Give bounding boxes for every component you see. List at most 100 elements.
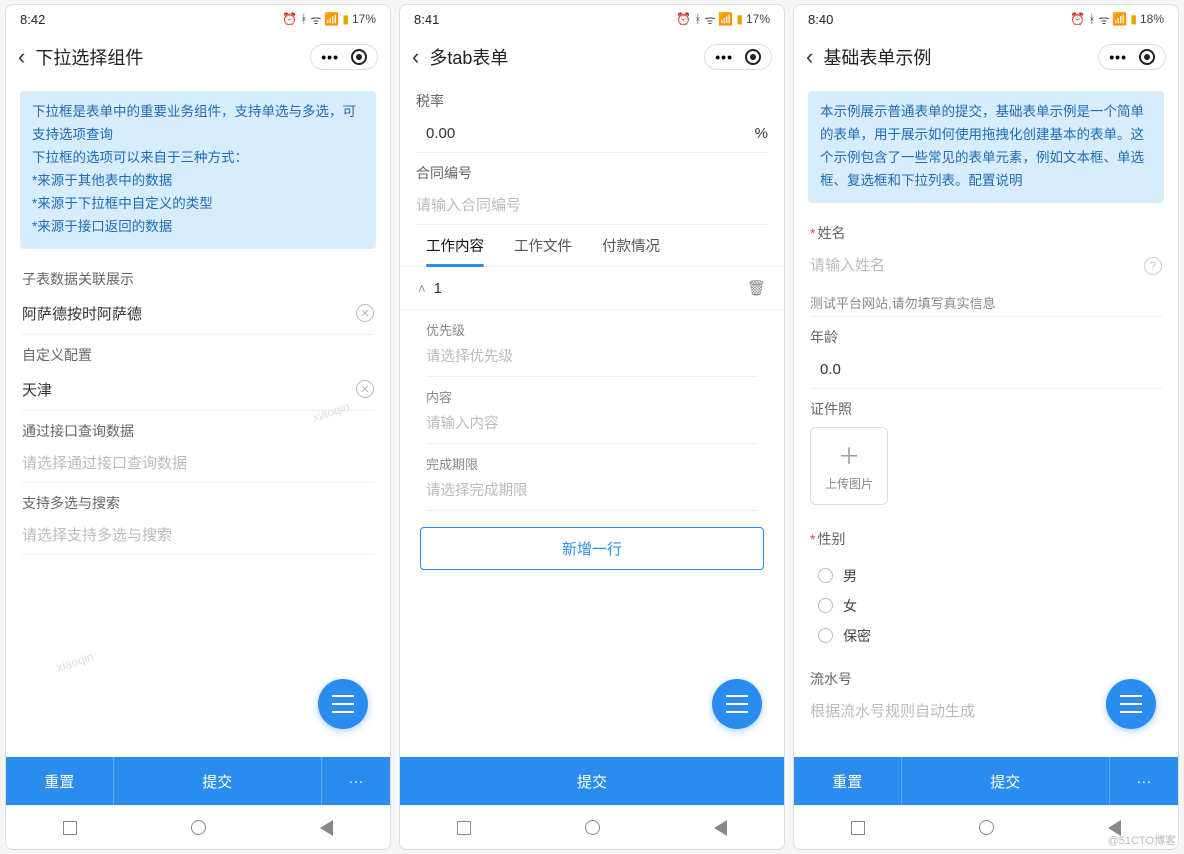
mini-program-capsule[interactable]: ••• bbox=[1098, 44, 1166, 70]
recent-apps-icon[interactable] bbox=[851, 821, 865, 835]
title-bar: ‹ 多tab表单 ••• bbox=[400, 33, 784, 81]
placeholder-text: 请选择优先级 bbox=[426, 345, 758, 366]
more-icon[interactable]: ••• bbox=[1109, 49, 1127, 65]
back-icon[interactable]: ‹ bbox=[18, 44, 25, 70]
screen-basic-form: 8:40 ⏰ ᚼ ᯤ 📶 ▮ 18% ‹ 基础表单示例 ••• 本示例展示普通表… bbox=[793, 4, 1179, 850]
name-input[interactable] bbox=[810, 257, 1144, 274]
close-target-icon[interactable] bbox=[351, 49, 367, 65]
alarm-icon: ⏰ bbox=[676, 12, 691, 26]
back-nav-icon[interactable] bbox=[320, 820, 333, 836]
placeholder-text: 请选择完成期限 bbox=[426, 479, 758, 500]
field-tax-rate: 税率 0.00 % bbox=[400, 81, 784, 153]
field-custom-config: 自定义配置 天津 ✕ bbox=[6, 335, 390, 411]
content-area: 本示例展示普通表单的提交，基础表单示例是一个简单的表单，用于展示如何使用拖拽化创… bbox=[794, 81, 1178, 757]
radio-male[interactable]: 男 bbox=[818, 561, 1162, 591]
content-area: 下拉框是表单中的重要业务组件，支持单选与多选，可支持选项查询 下拉框的选项可以来… bbox=[6, 81, 390, 757]
more-icon[interactable]: ••• bbox=[321, 49, 339, 65]
delete-icon[interactable]: 🗑 bbox=[747, 279, 766, 297]
reset-button[interactable]: 重置 bbox=[794, 757, 902, 805]
required-asterisk: * bbox=[810, 225, 815, 241]
select-placeholder[interactable] bbox=[22, 527, 374, 544]
back-icon[interactable]: ‹ bbox=[806, 44, 813, 70]
text-input-inner[interactable] bbox=[416, 197, 768, 214]
status-time: 8:42 bbox=[20, 12, 45, 27]
fab-menu-button[interactable] bbox=[318, 679, 368, 729]
field-name: *姓名 ? 测试平台网站,请勿填写真实信息 bbox=[794, 213, 1178, 317]
bottom-bar: 重置 提交 ··· bbox=[794, 757, 1178, 805]
text-input[interactable]: ? bbox=[810, 251, 1162, 285]
home-icon[interactable] bbox=[979, 820, 994, 835]
more-icon[interactable]: ••• bbox=[715, 49, 733, 65]
bottom-bar: 提交 bbox=[400, 757, 784, 805]
tabs: 工作内容 工作文件 付款情况 bbox=[400, 225, 784, 267]
more-button[interactable]: ··· bbox=[1109, 757, 1178, 805]
back-nav-icon[interactable] bbox=[714, 820, 727, 836]
field-contract-number: 合同编号 bbox=[400, 153, 784, 225]
home-icon[interactable] bbox=[191, 820, 206, 835]
close-target-icon[interactable] bbox=[745, 49, 761, 65]
select-input[interactable] bbox=[22, 521, 374, 555]
select-input[interactable]: 请选择优先级 bbox=[426, 345, 758, 377]
text-input[interactable]: 请输入内容 bbox=[426, 412, 758, 444]
field-label: 流水号 bbox=[810, 669, 1162, 689]
battery-pct: 17% bbox=[352, 12, 376, 26]
status-icons: ⏰ ᚼ ᯤ 📶 ▮ 18% bbox=[1070, 11, 1164, 28]
fab-menu-button[interactable] bbox=[712, 679, 762, 729]
page-title: 下拉选择组件 bbox=[35, 44, 310, 70]
field-label: 自定义配置 bbox=[22, 345, 374, 365]
tab-work-content[interactable]: 工作内容 bbox=[426, 235, 484, 266]
screen-multitab-form: 8:41 ⏰ ᚼ ᯤ 📶 ▮ 17% ‹ 多tab表单 ••• 税率 0.00 … bbox=[399, 4, 785, 850]
bluetooth-icon: ᚼ bbox=[694, 12, 701, 26]
subfield-deadline: 完成期限 请选择完成期限 bbox=[400, 444, 784, 511]
page-title: 基础表单示例 bbox=[823, 44, 1098, 70]
radio-secret[interactable]: 保密 bbox=[818, 621, 1162, 651]
collapse-row[interactable]: ˄ 1 🗑 bbox=[400, 267, 784, 310]
field-label: 税率 bbox=[416, 91, 768, 111]
number-input[interactable]: 0.0 bbox=[810, 355, 1162, 389]
recent-apps-icon[interactable] bbox=[63, 821, 77, 835]
recent-apps-icon[interactable] bbox=[457, 821, 471, 835]
submit-button[interactable]: 提交 bbox=[400, 757, 784, 805]
tab-work-files[interactable]: 工作文件 bbox=[514, 235, 572, 266]
date-input[interactable]: 请选择完成期限 bbox=[426, 479, 758, 511]
close-target-icon[interactable] bbox=[1139, 49, 1155, 65]
select-placeholder[interactable] bbox=[22, 455, 374, 472]
required-asterisk: * bbox=[810, 531, 815, 547]
more-button[interactable]: ··· bbox=[321, 757, 390, 805]
text-input[interactable] bbox=[416, 191, 768, 225]
watermark: xiaoqin bbox=[55, 649, 95, 674]
system-nav-bar bbox=[6, 805, 390, 849]
info-tip: 本示例展示普通表单的提交，基础表单示例是一个简单的表单，用于展示如何使用拖拽化创… bbox=[808, 91, 1164, 203]
number-input[interactable]: 0.00 % bbox=[416, 119, 768, 153]
title-bar: ‹ 下拉选择组件 ••• bbox=[6, 33, 390, 81]
back-icon[interactable]: ‹ bbox=[412, 44, 419, 70]
submit-button[interactable]: 提交 bbox=[114, 757, 321, 805]
home-icon[interactable] bbox=[585, 820, 600, 835]
field-value: 天津 bbox=[22, 379, 356, 400]
info-tip: 下拉框是表单中的重要业务组件，支持单选与多选，可支持选项查询 下拉框的选项可以来… bbox=[20, 91, 376, 249]
clear-icon[interactable]: ✕ bbox=[356, 304, 374, 322]
select-input[interactable]: 阿萨德按时阿萨德 ✕ bbox=[22, 297, 374, 335]
system-nav-bar bbox=[400, 805, 784, 849]
tab-payment[interactable]: 付款情况 bbox=[602, 235, 660, 266]
help-icon[interactable]: ? bbox=[1144, 257, 1162, 275]
field-label: 年龄 bbox=[810, 327, 1162, 347]
status-bar: 8:41 ⏰ ᚼ ᯤ 📶 ▮ 17% bbox=[400, 5, 784, 33]
mini-program-capsule[interactable]: ••• bbox=[704, 44, 772, 70]
radio-female[interactable]: 女 bbox=[818, 591, 1162, 621]
select-input[interactable] bbox=[22, 449, 374, 483]
field-label: 完成期限 bbox=[426, 454, 758, 473]
submit-button[interactable]: 提交 bbox=[902, 757, 1109, 805]
field-photo: 证件照 ＋ 上传图片 bbox=[794, 389, 1178, 505]
signal-icon: 📶 bbox=[718, 12, 733, 26]
add-line-button[interactable]: 新增一行 bbox=[420, 527, 764, 570]
clear-icon[interactable]: ✕ bbox=[356, 380, 374, 398]
select-input[interactable]: 天津 ✕ bbox=[22, 373, 374, 411]
chevron-up-icon: ˄ bbox=[418, 281, 426, 296]
fab-menu-button[interactable] bbox=[1106, 679, 1156, 729]
reset-button[interactable]: 重置 bbox=[6, 757, 114, 805]
upload-button[interactable]: ＋ 上传图片 bbox=[810, 427, 888, 505]
menu-icon bbox=[332, 695, 354, 713]
field-hint: 测试平台网站,请勿填写真实信息 bbox=[810, 285, 1162, 317]
mini-program-capsule[interactable]: ••• bbox=[310, 44, 378, 70]
